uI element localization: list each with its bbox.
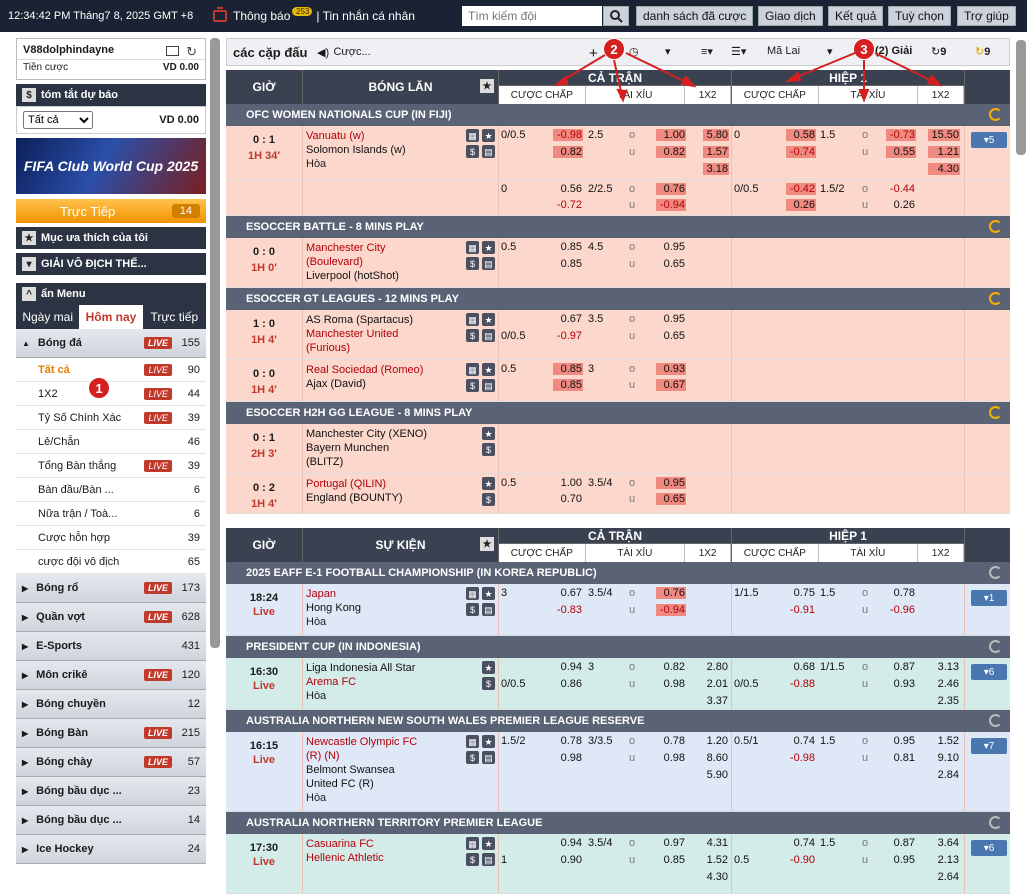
annotation-arrows — [552, 52, 943, 103]
